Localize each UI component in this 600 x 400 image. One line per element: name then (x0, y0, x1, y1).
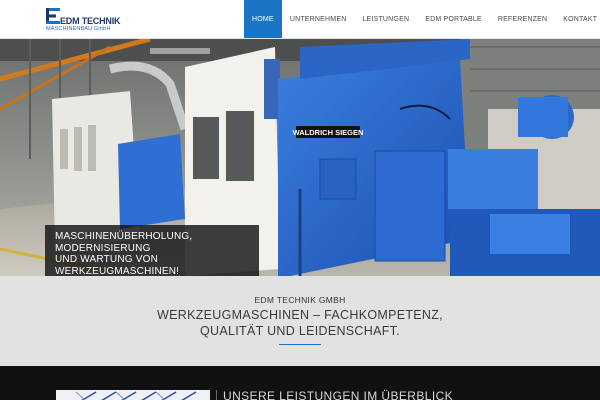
heading-divider (216, 390, 217, 400)
hero-caption-line: WERKZEUGMASCHINEN! (55, 265, 180, 277)
hero-caption: MASCHINENÜBERHOLUNG, MODERNISIERUNG UND … (45, 225, 259, 276)
nav-item-home[interactable]: HOME (244, 0, 282, 38)
nav-item-kontakt[interactable]: KONTAKT (555, 0, 600, 38)
services-image (56, 390, 210, 400)
logo-mark-icon (46, 8, 60, 24)
hero-caption-line: MODERNISIERUNG (55, 242, 151, 254)
hero-slider: WALDRICH SIEGEN MASCHINENÜBERHOLUNG, MOD… (0, 39, 600, 276)
intro-headline-line: WERKZEUGMASCHINEN – FACHKOMPETENZ, (157, 308, 443, 322)
nav-item-leistungen[interactable]: LEISTUNGEN (354, 0, 417, 38)
services-section: UNSERE LEISTUNGEN IM ÜBERBLICK (0, 366, 600, 400)
intro-kicker: EDM TECHNIK GMBH (254, 295, 346, 305)
nav-item-edm-portable[interactable]: EDM PORTABLE (417, 0, 490, 38)
logo-subtitle: MASCHINENBAU GmbH (46, 26, 111, 32)
nav-item-unternehmen[interactable]: UNTERNEHMEN (282, 0, 355, 38)
intro-divider (279, 344, 321, 345)
hero-caption-line: MASCHINENÜBERHOLUNG, (55, 231, 193, 242)
nav-item-referenzen[interactable]: REFERENZEN (490, 0, 555, 38)
company-logo[interactable]: EDM TECHNIK MASCHINENBAU GmbH (46, 8, 121, 34)
site-header: EDM TECHNIK MASCHINENBAU GmbH HOME UNTER… (0, 0, 600, 39)
hero-caption-line: UND WARTUNG VON (55, 254, 158, 265)
machine-plate-text: WALDRICH SIEGEN (293, 128, 364, 137)
services-thumbnail (56, 390, 210, 400)
intro-headline-line: QUALITÄT UND LEIDENSCHAFT. (200, 324, 400, 338)
intro-section: EDM TECHNIK GMBH WERKZEUGMASCHINEN – FAC… (0, 276, 600, 366)
main-navigation: HOME UNTERNEHMEN LEISTUNGEN EDM PORTABLE… (244, 0, 600, 38)
logo-name: EDM TECHNIK (60, 16, 121, 26)
services-heading: UNSERE LEISTUNGEN IM ÜBERBLICK (223, 389, 454, 400)
